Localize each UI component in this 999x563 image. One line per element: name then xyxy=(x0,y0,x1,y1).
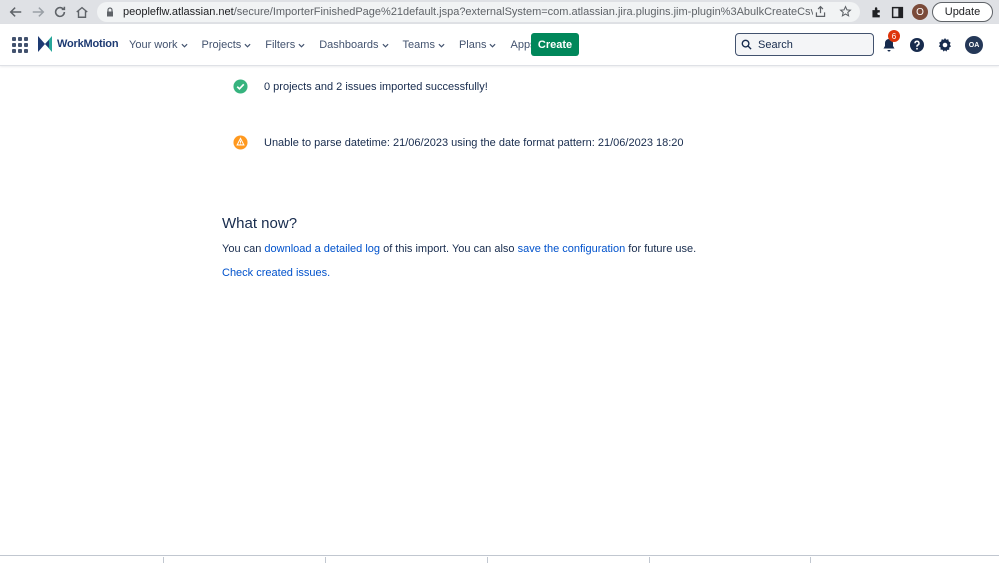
reload-icon xyxy=(54,6,66,18)
save-configuration-link[interactable]: save the configuration xyxy=(518,243,626,255)
reload-button[interactable] xyxy=(51,3,69,21)
update-button[interactable]: Update xyxy=(932,2,993,22)
warning-message-row: Unable to parse datetime: 21/06/2023 usi… xyxy=(233,135,684,150)
footer-tick xyxy=(163,557,164,563)
next-steps-paragraph: You can download a detailed log of this … xyxy=(222,243,697,255)
chevron-down-icon xyxy=(382,43,389,48)
extensions-button[interactable] xyxy=(868,4,884,20)
back-button[interactable] xyxy=(7,3,25,21)
footer-divider xyxy=(0,555,999,556)
nav-your-work[interactable]: Your work xyxy=(122,31,195,59)
download-log-link[interactable]: download a detailed log xyxy=(264,243,380,255)
notification-count-badge: 6 xyxy=(888,30,900,42)
browser-toolbar: peopleflw.atlassian.net/secure/ImporterF… xyxy=(0,0,999,24)
nav-plans[interactable]: Plans xyxy=(452,31,504,59)
product-logo[interactable]: WorkMotion xyxy=(36,34,119,54)
home-icon xyxy=(76,6,88,18)
check-created-issues-link[interactable]: Check created issues. xyxy=(222,267,330,279)
search-icon xyxy=(741,39,752,50)
chevron-down-icon xyxy=(180,43,188,48)
help-button[interactable] xyxy=(908,36,926,54)
create-button[interactable]: Create xyxy=(531,33,579,56)
workmotion-logo-icon xyxy=(38,36,52,52)
browser-profile-avatar[interactable]: O xyxy=(912,4,928,20)
share-icon[interactable] xyxy=(814,5,827,18)
settings-button[interactable] xyxy=(936,36,954,54)
footer-tick xyxy=(649,557,650,563)
check-issues-paragraph: Check created issues. xyxy=(222,267,330,279)
check-circle-icon xyxy=(233,79,248,94)
warning-icon xyxy=(233,135,248,150)
success-message-text: 0 projects and 2 issues imported success… xyxy=(264,80,488,93)
lock-icon xyxy=(107,7,113,17)
home-button[interactable] xyxy=(73,3,91,21)
sidepanel-button[interactable] xyxy=(889,4,905,20)
url-text: peopleflw.atlassian.net/secure/ImporterF… xyxy=(123,6,813,18)
forward-button[interactable] xyxy=(29,3,47,21)
address-bar[interactable]: peopleflw.atlassian.net/secure/ImporterF… xyxy=(97,2,860,22)
nav-dashboards[interactable]: Dashboards xyxy=(312,31,395,59)
nav-projects[interactable]: Projects xyxy=(195,31,259,59)
what-now-heading: What now? xyxy=(222,215,298,232)
user-avatar[interactable]: OA xyxy=(965,36,983,54)
chevron-down-icon xyxy=(489,43,497,48)
nav-teams[interactable]: Teams xyxy=(396,31,452,59)
search-input[interactable] xyxy=(758,38,868,51)
app-header: WorkMotion Your work Projects Filters Da… xyxy=(0,24,999,66)
footer-tick xyxy=(810,557,811,563)
question-icon xyxy=(910,38,924,52)
warning-message-text: Unable to parse datetime: 21/06/2023 usi… xyxy=(264,136,684,149)
footer-tick xyxy=(325,557,326,563)
star-icon[interactable] xyxy=(839,5,852,18)
gear-icon xyxy=(938,38,951,52)
logo-text: WorkMotion xyxy=(57,38,119,50)
chevron-down-icon xyxy=(298,43,305,48)
puzzle-icon xyxy=(871,6,880,17)
nav-filters[interactable]: Filters xyxy=(258,31,312,59)
success-message-row: 0 projects and 2 issues imported success… xyxy=(233,79,488,94)
chevron-down-icon xyxy=(244,43,251,48)
app-switcher-icon[interactable] xyxy=(12,37,28,53)
arrow-right-icon xyxy=(32,7,45,17)
arrow-left-icon xyxy=(9,7,22,17)
primary-nav: Your work Projects Filters Dashboards Te… xyxy=(122,24,553,66)
chevron-down-icon xyxy=(438,43,445,48)
notifications-button[interactable]: 6 xyxy=(880,30,900,54)
footer-tick xyxy=(487,557,488,563)
sidepanel-icon xyxy=(891,6,903,18)
search-field[interactable] xyxy=(735,33,874,56)
